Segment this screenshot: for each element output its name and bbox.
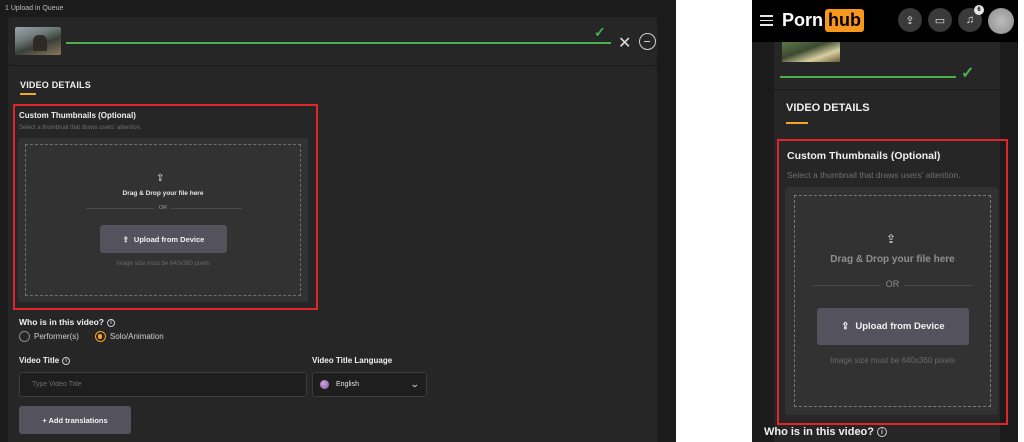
who-in-video-label: Who is in this video? i bbox=[764, 426, 887, 438]
custom-thumbnails-section: Custom Thumbnails (Optional) Select a th… bbox=[13, 104, 318, 310]
or-text: OR bbox=[26, 205, 300, 211]
video-title-label-text: Video Title bbox=[19, 356, 60, 365]
performer-radio-group: Performer(s) Solo/Animation bbox=[19, 331, 164, 342]
check-icon: ✓ bbox=[961, 65, 975, 82]
image-size-note: Image size must be 640x360 pixels bbox=[116, 261, 210, 267]
details-title: VIDEO DETAILS bbox=[20, 80, 91, 90]
upload-icon: ⇪ bbox=[841, 321, 850, 332]
details-title: VIDEO DETAILS bbox=[786, 102, 870, 114]
custom-thumbnails-subtitle: Select a thumbnail that draws users' att… bbox=[787, 170, 961, 180]
minus-circle-icon[interactable] bbox=[639, 33, 656, 50]
upload-icon[interactable]: ⇪ bbox=[898, 8, 922, 32]
image-size-note: Image size must be 640x360 pixels bbox=[830, 356, 955, 365]
hamburger-icon[interactable] bbox=[760, 15, 773, 26]
who-label-text: Who is in this video? bbox=[19, 317, 104, 327]
custom-thumbnails-section: Custom Thumbnails (Optional) Select a th… bbox=[777, 139, 1008, 425]
upload-button-label: Upload from Device bbox=[855, 321, 945, 332]
upload-queue-item: ✓ ✕ bbox=[8, 17, 657, 65]
screenshot-root: 1 Upload in Queue ✓ ✕ VIDEO DETAILS Cust… bbox=[0, 0, 1024, 442]
video-title-language-label: Video Title Language bbox=[312, 356, 393, 365]
mobile-header: Porn hub ⇪ ▭ ♫ 6 bbox=[752, 0, 1018, 42]
dropzone[interactable]: ⇪ Drag & Drop your file here OR ⇪ Upload… bbox=[785, 187, 998, 415]
details-underline bbox=[786, 122, 808, 124]
video-title-label: Video Title i bbox=[19, 356, 71, 365]
mobile-video-details-card: ✓ VIDEO DETAILS Custom Thumbnails (Optio… bbox=[774, 42, 1008, 442]
close-icon[interactable]: ✕ bbox=[618, 33, 631, 53]
upload-from-device-button[interactable]: ⇪ Upload from Device bbox=[817, 308, 969, 345]
radio-label: Performer(s) bbox=[34, 332, 79, 341]
language-value: English bbox=[336, 381, 359, 388]
notification-badge: 6 bbox=[974, 5, 984, 15]
radio-solo-animation[interactable]: Solo/Animation bbox=[94, 331, 164, 342]
video-thumbnail bbox=[782, 42, 840, 62]
or-label: OR bbox=[879, 279, 906, 289]
upload-icon: ⇪ bbox=[122, 234, 129, 244]
upload-button-label: Upload from Device bbox=[133, 234, 205, 244]
radio-circle-selected bbox=[94, 331, 106, 342]
dropzone[interactable]: ⇪ Drag & Drop your file here OR ⇪ Upload… bbox=[18, 138, 308, 302]
radio-circle bbox=[19, 331, 30, 342]
custom-thumbnails-title: Custom Thumbnails (Optional) bbox=[19, 111, 136, 120]
or-label: OR bbox=[154, 205, 172, 211]
upload-from-device-button[interactable]: ⇪ Upload from Device bbox=[100, 225, 227, 253]
queue-label: 1 Upload in Queue bbox=[5, 5, 64, 12]
chevron-down-icon: ⌄ bbox=[410, 379, 421, 389]
video-details-panel: VIDEO DETAILS Custom Thumbnails (Optiona… bbox=[8, 66, 657, 442]
details-underline bbox=[20, 93, 36, 95]
avatar[interactable] bbox=[988, 8, 1014, 34]
dropzone-border: ⇪ Drag & Drop your file here OR ⇪ Upload… bbox=[25, 144, 301, 296]
info-icon[interactable]: i bbox=[62, 357, 71, 365]
custom-thumbnails-title: Custom Thumbnails (Optional) bbox=[787, 150, 941, 162]
drag-drop-text: Drag & Drop your file here bbox=[122, 190, 204, 197]
info-icon[interactable]: i bbox=[877, 427, 887, 437]
chat-icon[interactable]: ▭ bbox=[928, 8, 952, 32]
dropzone-border: ⇪ Drag & Drop your file here OR ⇪ Upload… bbox=[794, 195, 991, 407]
divider bbox=[774, 89, 1000, 90]
logo-text-part2: hub bbox=[825, 9, 865, 32]
radio-performers[interactable]: Performer(s) bbox=[19, 331, 79, 342]
upload-icon: ⇪ bbox=[156, 173, 165, 184]
drag-drop-text: Drag & Drop your file here bbox=[830, 254, 955, 265]
upload-progress-bar bbox=[66, 42, 611, 44]
language-select[interactable]: English ⌄ bbox=[312, 372, 427, 397]
desktop-upload-view: 1 Upload in Queue ✓ ✕ VIDEO DETAILS Cust… bbox=[0, 0, 676, 442]
upload-icon: ⇪ bbox=[886, 232, 897, 246]
mobile-upload-view: Porn hub ⇪ ▭ ♫ 6 ✓ VIDEO DETAILS Custom T… bbox=[752, 0, 1018, 442]
upload-progress-bar bbox=[780, 76, 956, 78]
info-icon[interactable]: i bbox=[107, 319, 115, 327]
or-text: OR bbox=[795, 279, 990, 289]
who-in-video-label: Who is in this video? i bbox=[19, 317, 115, 327]
video-title-input[interactable] bbox=[19, 372, 307, 397]
check-icon: ✓ bbox=[594, 24, 606, 40]
custom-thumbnails-subtitle: Select a thumbnail that draws users' att… bbox=[19, 125, 142, 131]
video-thumbnail bbox=[15, 27, 61, 55]
globe-icon bbox=[320, 380, 329, 389]
site-logo[interactable]: Porn hub bbox=[782, 9, 865, 32]
radio-label: Solo/Animation bbox=[109, 332, 164, 341]
logo-text-part1: Porn bbox=[782, 10, 824, 30]
who-label-text: Who is in this video? bbox=[764, 426, 874, 438]
add-translations-button[interactable]: + Add translations bbox=[19, 406, 131, 434]
